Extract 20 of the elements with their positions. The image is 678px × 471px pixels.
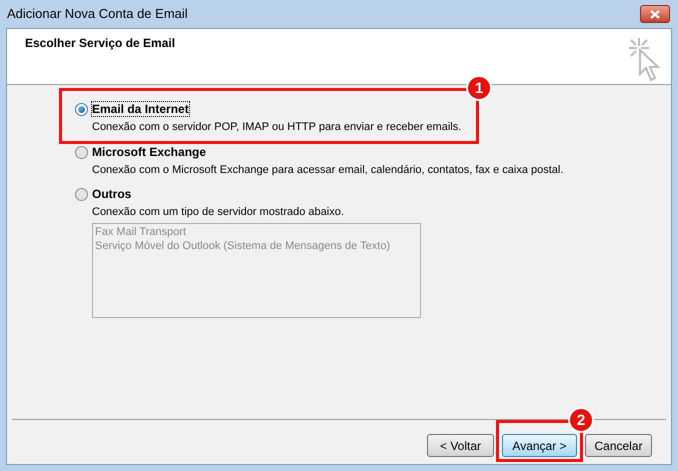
option-description: Conexão com um tipo de servidor mostrado abaixo. [92, 205, 345, 219]
dialog-button[interactable]: < Voltar [427, 434, 494, 457]
dialog-button[interactable]: Avançar > [502, 434, 577, 457]
radio-button[interactable] [75, 146, 88, 158]
window-title: Adicionar Nova Conta de Email [6, 7, 188, 21]
option-label[interactable]: Microsoft Exchange [92, 145, 206, 159]
close-button[interactable] [640, 5, 670, 23]
header-title: Escolher Serviço de Email [25, 36, 176, 52]
radio-button[interactable] [75, 188, 88, 200]
list-item: Serviço Móvel do Outlook (Sistema de Mensagens de Texto) [95, 239, 392, 253]
option-description: Conexão com o Microsoft Exchange para acessar email, calendário, contatos, fax e caixa postal. [92, 163, 564, 177]
step-number-badge: 1 [466, 75, 492, 101]
close-icon [650, 10, 660, 18]
option-description: Conexão com o servidor POP, IMAP ou HTTP para enviar e receber emails. [92, 120, 462, 134]
option-label[interactable]: Outros [92, 187, 132, 201]
step-number-badge: 2 [568, 407, 594, 433]
list-item: Fax Mail Transport [95, 225, 188, 239]
radio-button[interactable] [75, 102, 88, 116]
option-label[interactable]: Email da Internet [92, 102, 189, 116]
dialog-button[interactable]: Cancelar [585, 434, 652, 457]
